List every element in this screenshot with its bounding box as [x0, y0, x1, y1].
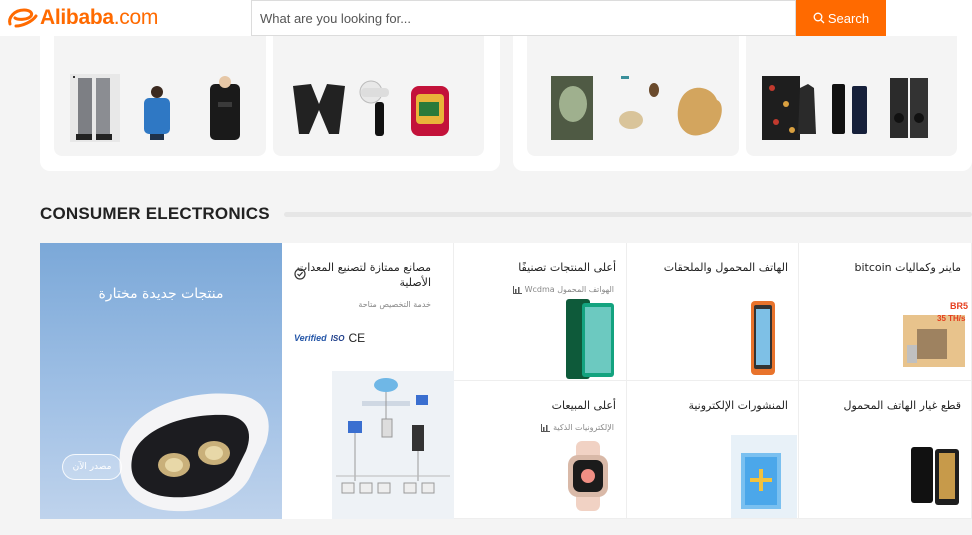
section-title-divider: [284, 212, 972, 217]
search-button[interactable]: Search: [796, 0, 886, 36]
logo-text: Alibaba: [40, 6, 114, 29]
logo-suffix: .com: [113, 6, 159, 29]
top-header: Alibaba.com Search: [0, 0, 972, 36]
category-card-right: [513, 36, 972, 171]
consumer-electronics-grid: منتجات جديدة مختارة مصدر الآن مصانع ممتا…: [40, 243, 972, 519]
vr-headset-image: [119, 393, 269, 512]
network-diagram-image: [332, 371, 454, 519]
ce-badge: CE: [348, 331, 366, 345]
mobile-accessories-card[interactable]: الهاتف المحمول والملحقات: [627, 243, 799, 381]
source-now-button[interactable]: مصدر الآن: [62, 454, 122, 480]
asic-miner-image: BR5 35 TH/s: [903, 301, 968, 367]
search-button-label: Search: [827, 10, 870, 26]
page-bottom-spacer: [0, 519, 972, 535]
iso-badge: ISO: [330, 333, 345, 343]
apparel-products-image: [70, 74, 240, 142]
best-sellers-card[interactable]: أعلى المبيعات الإلكترونيات الذكية: [454, 381, 627, 519]
verified-badge: Verified: [294, 333, 327, 343]
fashion-electronics-image: [762, 76, 928, 140]
certification-badges: Verified ISO CE: [294, 331, 365, 345]
agriculture-products-image: [551, 76, 722, 140]
phone-spare-parts-card[interactable]: قطع غيار الهاتف المحمول: [799, 381, 972, 519]
search-icon: [813, 12, 825, 24]
bitcoin-miners-card[interactable]: ماينر وكماليات bitcoin BR5 35 TH/s: [799, 243, 972, 381]
e-publications-card[interactable]: المنشورات الإلكترونية: [627, 381, 799, 519]
mobile-accessories-title: الهاتف المحمول والملحقات: [663, 261, 788, 274]
featured-banner[interactable]: منتجات جديدة مختارة مصدر الآن: [40, 243, 282, 519]
lcd-screens-image: [911, 447, 959, 505]
top-rated-subtitle-text: الهواتف المحمول Wcdma: [524, 285, 614, 294]
tablet-image: [731, 435, 797, 518]
top-rated-subtitle: الهواتف المحمول Wcdma: [512, 285, 614, 294]
category-card-left: [40, 36, 500, 171]
smartwatch-image: [568, 441, 608, 511]
search-input[interactable]: [260, 1, 780, 35]
bitcoin-miners-title: ماينر وكماليات bitcoin: [854, 261, 962, 274]
oem-factories-title: مصانع ممتازة لتصنيع المعدات الأصلية: [296, 261, 431, 289]
best-sellers-subtitle-text: الإلكترونيات الذكية: [553, 423, 614, 432]
banner-title: منتجات جديدة مختارة: [98, 286, 224, 302]
top-rated-products-card[interactable]: أعلى المنتجات تصنيفًا الهواتف المحمول Wc…: [454, 243, 627, 381]
miner-model-label: BR5: [950, 301, 968, 311]
phone-spare-parts-title: قطع غيار الهاتف المحمول: [843, 399, 961, 412]
top-rated-title: أعلى المنتجات تصنيفًا: [518, 261, 616, 274]
miner-hashrate-label: 35 TH/s: [937, 314, 966, 323]
oem-factories-subtitle: خدمة التخصيص متاحة: [358, 300, 431, 309]
oem-factories-card[interactable]: مصانع ممتازة لتصنيع المعدات الأصلية خدمة…: [282, 243, 454, 519]
agriculture-subcard[interactable]: [527, 36, 739, 156]
fashion-electronics-subcard[interactable]: [746, 36, 957, 156]
check-badge-icon: [294, 268, 306, 280]
orange-iphone-image: [751, 301, 775, 375]
bar-chart-icon: [541, 423, 551, 432]
section-title: CONSUMER ELECTRONICS: [40, 204, 270, 223]
best-sellers-subtitle: الإلكترونيات الذكية: [541, 423, 614, 432]
accessories-subcard[interactable]: [273, 36, 484, 156]
search-box: [251, 0, 796, 36]
logo-wordmark: Alibaba.com: [40, 6, 158, 30]
bar-chart-icon: [512, 285, 522, 294]
green-smartphone-image: [566, 299, 614, 379]
e-publications-title: المنشورات الإلكترونية: [688, 399, 788, 412]
accessories-products-image: [293, 80, 449, 136]
apparel-subcard[interactable]: [54, 36, 266, 156]
alibaba-logo[interactable]: Alibaba.com: [6, 3, 158, 33]
alibaba-logo-mark-icon: [8, 8, 38, 28]
best-sellers-title: أعلى المبيعات: [551, 399, 616, 412]
